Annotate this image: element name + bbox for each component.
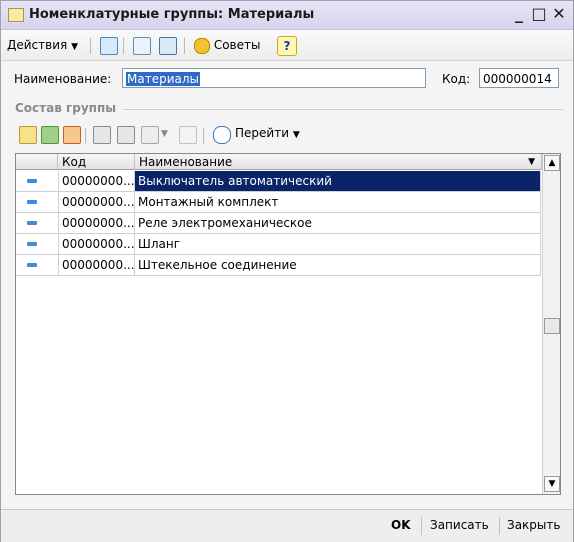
save-button[interactable]: Записать bbox=[430, 518, 489, 532]
table-row[interactable]: 00000000... Штекельное соединение bbox=[16, 255, 541, 276]
row-code: 00000000... bbox=[58, 192, 135, 212]
table-row[interactable]: 00000000... Шланг bbox=[16, 234, 541, 255]
clear-filter-icon[interactable] bbox=[179, 126, 197, 144]
item-icon bbox=[27, 200, 37, 204]
footer-separator bbox=[499, 517, 500, 535]
code-field[interactable]: 000000014 bbox=[479, 68, 559, 88]
row-name: Штекельное соединение bbox=[135, 255, 541, 275]
add-icon[interactable] bbox=[19, 126, 37, 144]
code-label: Код: bbox=[442, 72, 471, 86]
scroll-thumb[interactable] bbox=[544, 318, 560, 334]
scroll-up-icon[interactable]: ▲ bbox=[544, 155, 560, 171]
close-form-button[interactable]: Закрыть bbox=[507, 518, 560, 532]
close-button[interactable]: ✕ bbox=[549, 4, 569, 24]
scroll-down-icon[interactable]: ▼ bbox=[544, 476, 560, 492]
tips-button[interactable]: Советы bbox=[194, 35, 260, 55]
maximize-button[interactable]: □ bbox=[529, 4, 549, 24]
items-table: Код Наименование ▼ 00000000... Выключате… bbox=[15, 153, 561, 495]
table-row[interactable]: 00000000... Реле электромеханическое bbox=[16, 213, 541, 234]
row-name: Реле электромеханическое bbox=[135, 213, 541, 233]
table-row[interactable]: 00000000... Монтажный комплект bbox=[16, 192, 541, 213]
main-toolbar: Действия ▼ Советы ? bbox=[1, 30, 573, 61]
footer-bar: OK Записать Закрыть bbox=[1, 509, 573, 542]
item-icon bbox=[27, 263, 37, 267]
copy-icon[interactable] bbox=[41, 126, 59, 144]
column-header-name-label: Наименование bbox=[139, 155, 233, 169]
edit-icon[interactable] bbox=[63, 126, 81, 144]
row-code: 00000000... bbox=[58, 171, 135, 191]
column-header-code[interactable]: Код bbox=[58, 154, 135, 170]
help-button[interactable]: ? bbox=[277, 36, 297, 56]
actions-menu[interactable]: Действия ▼ bbox=[7, 35, 78, 55]
minimize-button[interactable]: _ bbox=[509, 4, 529, 24]
row-code: 00000000... bbox=[58, 234, 135, 254]
window-title: Номенклатурные группы: Материалы bbox=[29, 7, 315, 22]
name-value: Материалы bbox=[126, 72, 200, 86]
sort-icon[interactable] bbox=[93, 126, 111, 144]
footer-separator bbox=[421, 517, 422, 535]
row-name: Монтажный комплект bbox=[135, 192, 541, 212]
item-icon bbox=[27, 221, 37, 225]
name-field[interactable]: Материалы bbox=[122, 68, 426, 88]
toolbar-separator bbox=[85, 128, 86, 144]
toolbar-separator bbox=[90, 38, 91, 54]
folder-icon bbox=[8, 8, 24, 22]
name-label: Наименование: bbox=[14, 72, 112, 86]
chevron-down-icon: ▼ bbox=[161, 129, 168, 139]
item-icon bbox=[27, 242, 37, 246]
chevron-down-icon: ▼ bbox=[292, 130, 300, 140]
goto-label: Перейти bbox=[235, 126, 289, 140]
table-row[interactable]: 00000000... Выключатель автоматический bbox=[16, 171, 541, 192]
filter-list-icon[interactable] bbox=[141, 126, 159, 144]
title-bar[interactable]: Номенклатурные группы: Материалы _ □ ✕ bbox=[1, 1, 573, 30]
column-header-marker bbox=[16, 154, 58, 170]
row-code: 00000000... bbox=[58, 213, 135, 233]
move-in-icon[interactable] bbox=[100, 37, 118, 55]
toolbar-separator bbox=[123, 38, 124, 54]
refresh-icon[interactable] bbox=[133, 37, 151, 55]
group-divider bbox=[123, 109, 563, 110]
column-header-name[interactable]: Наименование ▼ bbox=[135, 154, 542, 170]
actions-label: Действия bbox=[7, 38, 68, 52]
row-name: Шланг bbox=[135, 234, 541, 254]
dialog-window: Номенклатурные группы: Материалы _ □ ✕ Д… bbox=[0, 0, 574, 542]
goto-icon[interactable] bbox=[213, 126, 231, 144]
vertical-scrollbar[interactable]: ▲ ▼ bbox=[542, 154, 560, 494]
row-code: 00000000... bbox=[58, 255, 135, 275]
tips-label: Советы bbox=[213, 38, 261, 52]
chevron-down-icon: ▼ bbox=[71, 42, 78, 52]
structure-icon[interactable] bbox=[159, 37, 177, 55]
chevron-down-icon: ▼ bbox=[528, 157, 535, 167]
goto-menu[interactable]: Перейти ▼ bbox=[235, 126, 300, 140]
ok-button[interactable]: OK bbox=[391, 518, 411, 532]
toolbar-separator bbox=[184, 38, 185, 54]
toolbar-separator bbox=[203, 128, 204, 144]
tips-icon bbox=[194, 37, 210, 54]
filter-icon[interactable] bbox=[117, 126, 135, 144]
group-title: Состав группы bbox=[15, 101, 117, 115]
item-icon bbox=[27, 179, 37, 183]
row-name: Выключатель автоматический bbox=[135, 171, 541, 191]
